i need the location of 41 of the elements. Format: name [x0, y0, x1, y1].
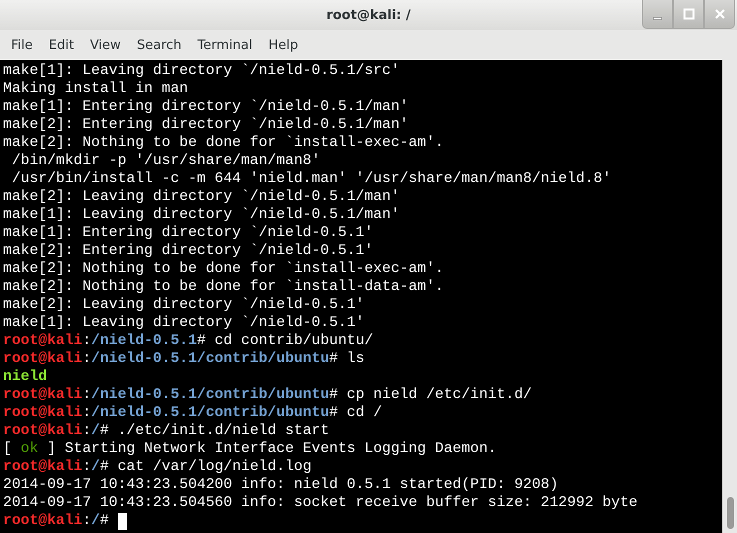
terminal-line: make[1]: Leaving directory `/nield-0.5.1/man' — [3, 206, 400, 224]
close-button[interactable] — [704, 0, 735, 29]
terminal-line: make[2]: Entering directory `/nield-0.5.1' — [3, 242, 374, 260]
scrollbar-thumb[interactable] — [726, 497, 734, 529]
menu-item[interactable]: File — [3, 38, 41, 52]
terminal-line: make[1]: Leaving directory `/nield-0.5.1/src' — [3, 62, 400, 80]
terminal-line: make[2]: Leaving directory `/nield-0.5.1' — [3, 296, 364, 314]
menu-item[interactable]: Help — [260, 38, 306, 52]
terminal-line: 2014-09-17 10:43:23.504200 info: nield 0.5.1 started(PID: 9208) — [3, 476, 558, 494]
terminal-line: [ ok ] Starting Network Interface Events Logging Daemon. — [3, 440, 497, 458]
terminal-line: /bin/mkdir -p '/usr/share/man/man8' — [10, 152, 320, 170]
terminal-line: /usr/bin/install -c -m 644 'nield.man' '/usr/share/man/man8/nield.8' — [10, 170, 612, 188]
terminal-line: make[1]: Leaving directory `/nield-0.5.1' — [3, 314, 364, 332]
terminal-line: nield — [3, 368, 48, 386]
terminal-line: root@kali:/# — [3, 512, 110, 530]
minimize-icon — [653, 16, 662, 20]
terminal-line: Making install in man — [3, 80, 188, 98]
minimize-button[interactable] — [642, 0, 673, 29]
terminal-line: 2014-09-17 10:43:23.504560 info: socket receive buffer size: 212992 byte — [3, 494, 638, 512]
maximize-button[interactable] — [673, 0, 704, 29]
terminal-line: root@kali:/nield-0.5.1/contrib/ubuntu# cd / — [3, 404, 382, 422]
window-title: root@kali: / — [326, 8, 411, 22]
terminal-line: root@kali:/nield-0.5.1/contrib/ubuntu# cp nield /etc/init.d/ — [3, 386, 532, 404]
terminal-line: root@kali:/nield-0.5.1/contrib/ubuntu# ls — [3, 350, 364, 368]
menu-item[interactable]: Terminal — [189, 38, 260, 52]
terminal-line: root@kali:/# cat /var/log/nield.log — [3, 458, 312, 476]
menu-item[interactable]: Search — [128, 38, 190, 52]
maximize-icon — [682, 8, 694, 20]
menu-item[interactable]: View — [82, 38, 129, 52]
menu-item[interactable]: Edit — [40, 38, 82, 52]
terminal-line: root@kali:/nield-0.5.1# cd contrib/ubuntu/ — [3, 332, 374, 350]
terminal-line: make[2]: Entering directory `/nield-0.5.1/man' — [3, 116, 408, 134]
terminal-line: make[2]: Leaving directory `/nield-0.5.1/man' — [3, 188, 400, 206]
terminal-line: make[2]: Nothing to be done for `install-data-am'. — [3, 278, 444, 296]
terminal-line: make[1]: Entering directory `/nield-0.5.1' — [3, 224, 374, 242]
terminal-line: make[2]: Nothing to be done for `install-exec-am'. — [3, 134, 444, 152]
close-icon — [714, 8, 726, 20]
terminal-line: root@kali:/# ./etc/init.d/nield start — [3, 422, 330, 440]
text-cursor — [118, 512, 127, 530]
terminal-line: make[1]: Entering directory `/nield-0.5.1/man' — [3, 98, 408, 116]
terminal-line: make[2]: Nothing to be done for `install-exec-am'. — [3, 260, 444, 278]
